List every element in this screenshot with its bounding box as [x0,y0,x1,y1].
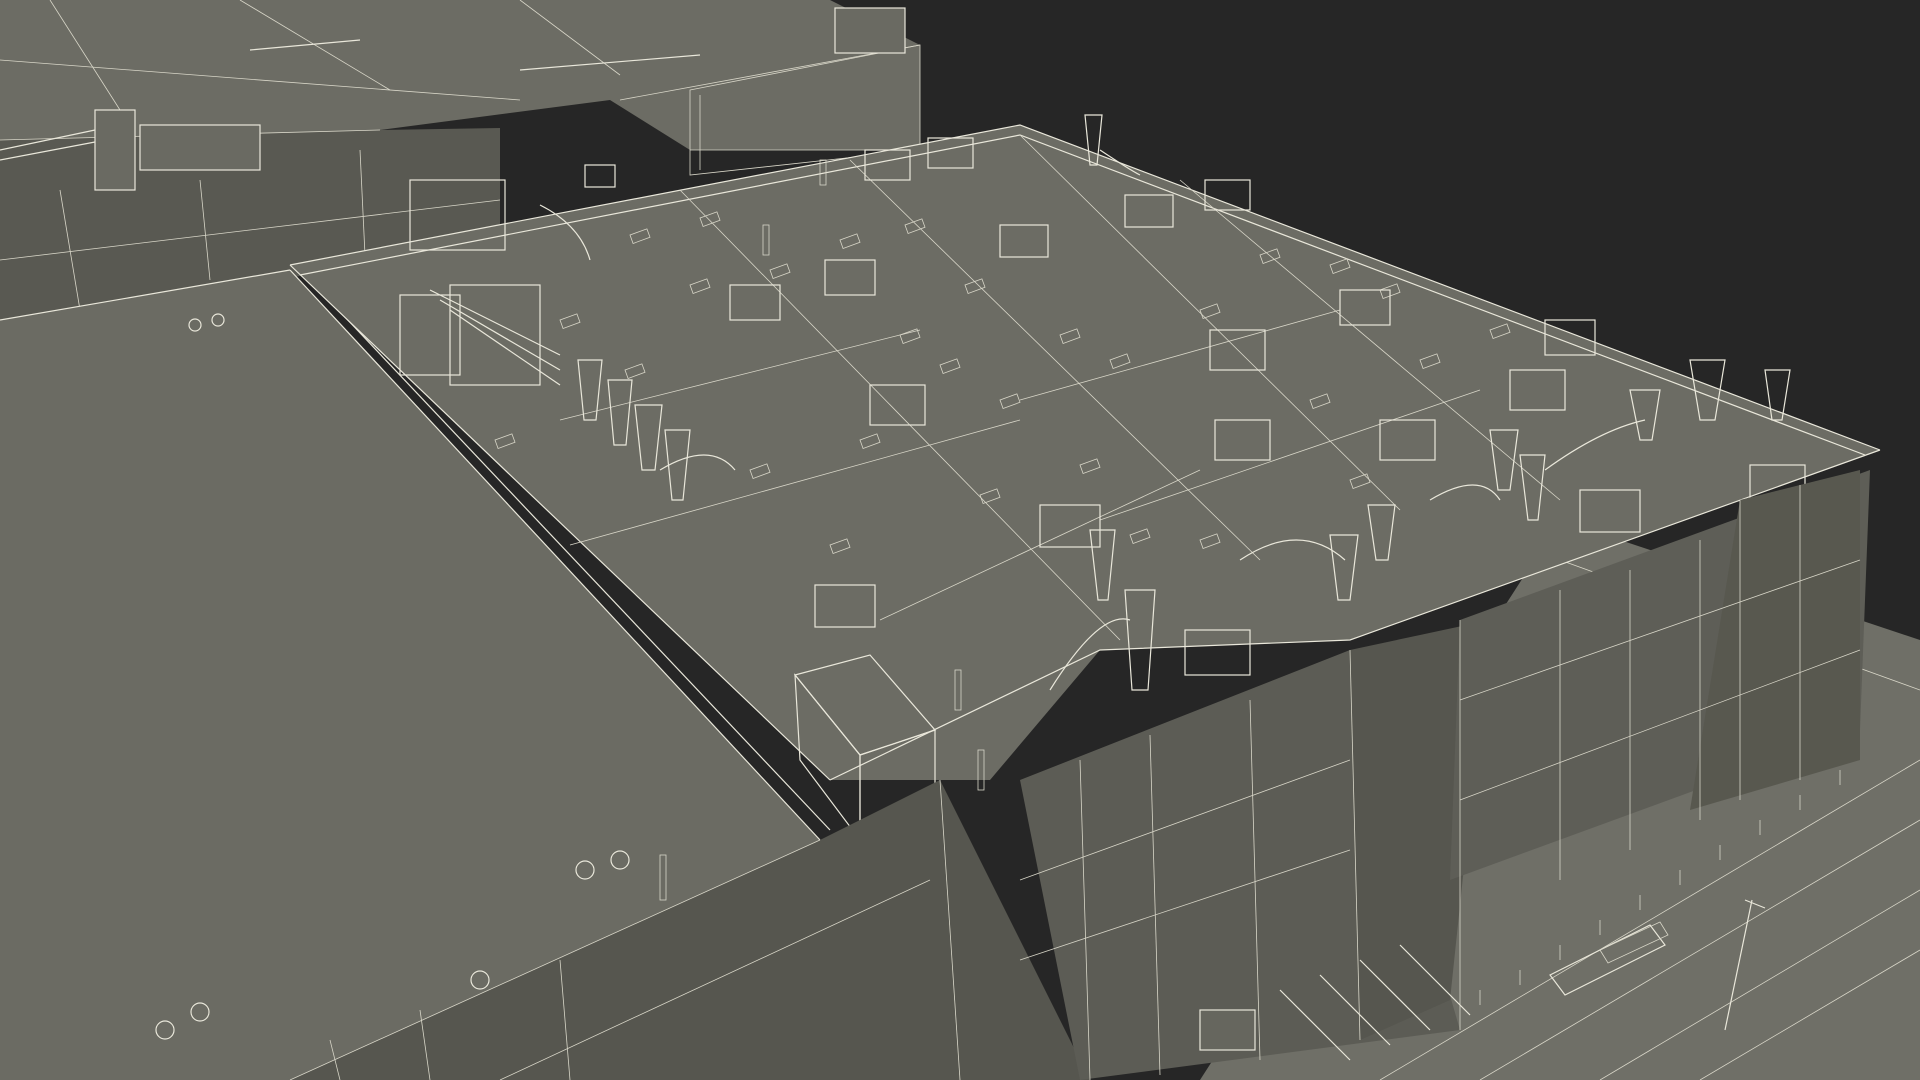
wireframe-building-render [0,0,1920,1080]
